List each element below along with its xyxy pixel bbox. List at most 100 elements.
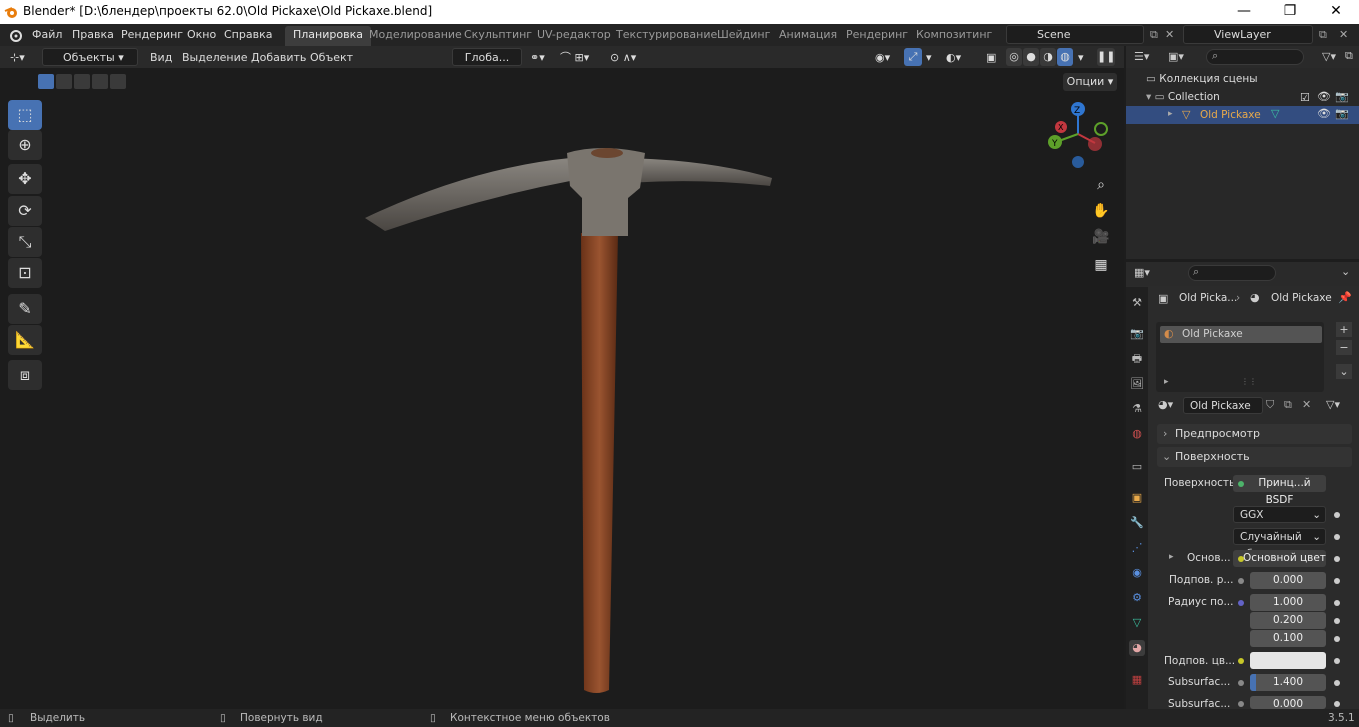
render-tab-icon[interactable]: 📷 [1129,326,1145,342]
remove-slot-button[interactable]: − [1336,340,1352,355]
socket-icon[interactable] [1238,600,1244,606]
camera-view-icon[interactable]: 🎥 [1088,226,1114,248]
texture-tab-icon[interactable]: ▦ [1129,672,1145,688]
shading-wireframe-icon[interactable]: ◎ [1006,48,1022,66]
zoom-icon[interactable]: ⌕ [1088,174,1114,196]
navigation-gizmo[interactable]: Z X Y [1040,100,1120,170]
scene-remove-icon[interactable]: ✕ [1165,28,1174,41]
snap-icon[interactable]: ⌒ ⊞▾ [560,49,589,66]
scale-tool-icon[interactable]: ⤡ [8,227,42,257]
radius-z-field[interactable]: 0.100 [1250,630,1326,647]
pin-icon[interactable]: 📌 [1338,291,1352,304]
expand-icon[interactable]: ▸ [1169,552,1174,562]
surface-section[interactable]: Поверхность [1157,447,1352,467]
physics-tab-icon[interactable]: ◉ [1129,565,1145,581]
expand-icon[interactable]: ▸ [1164,377,1169,387]
add-slot-button[interactable]: + [1336,322,1352,337]
subsurface-method-select[interactable]: Случайный об...⌄ [1233,528,1326,560]
slot-menu-button[interactable]: ⌄ [1336,364,1352,379]
keyframe-dot-icon[interactable] [1334,512,1340,518]
rotate-tool-icon[interactable]: ⟳ [8,196,42,226]
material-tab-icon[interactable]: ◕ [1129,640,1145,656]
scene-copy-icon[interactable]: ⧉ [1150,28,1158,42]
minimize-button[interactable]: — [1221,0,1267,24]
visibility-icon[interactable]: ◉▾ [875,49,890,66]
ortho-toggle-icon[interactable]: ▦ [1088,254,1114,276]
radius-y-field[interactable]: 0.200 [1250,612,1326,629]
tab-animation[interactable]: Анимация [779,28,837,41]
tool-tab-icon[interactable]: ⚒ [1129,295,1145,311]
render-camera-icon[interactable]: 📷 [1335,90,1349,103]
object-tab-icon[interactable]: ▣ [1129,490,1145,506]
shading-solid-icon[interactable]: ● [1023,48,1039,66]
viewlayer-remove-icon[interactable]: ✕ [1339,28,1348,41]
visibility-eye-icon[interactable]: 👁 [1317,107,1331,120]
add-cube-tool-icon[interactable]: ⧈ [8,360,42,390]
tab-modeling[interactable]: Моделирование [369,28,462,41]
material-name-field[interactable]: Old Pickaxe [1183,397,1263,414]
particles-tab-icon[interactable]: ⋰ [1129,540,1145,556]
gizmo-neg-x-icon[interactable] [1088,137,1102,151]
editor-type-icon[interactable]: ⊹▾ [10,49,25,66]
gizmo-toggle-icon[interactable]: ⤢ [904,48,922,66]
outliner-scene-collection[interactable]: ▭ Коллекция сцены [1146,73,1258,85]
keyframe-dot-icon[interactable] [1334,534,1340,540]
move-tool-icon[interactable]: ✥ [8,164,42,194]
world-tab-icon[interactable]: ◍ [1129,426,1145,442]
outliner-search-input[interactable] [1206,49,1304,65]
material-browse-icon[interactable]: ◕▾ [1158,398,1173,411]
keyframe-dot-icon[interactable] [1334,600,1340,606]
pan-icon[interactable]: ✋ [1088,200,1114,222]
subsurface-color-swatch[interactable] [1250,652,1326,669]
new-collection-icon[interactable]: ⧉ [1345,49,1353,63]
outliner-object-row[interactable]: ▸ ▽ Old Pickaxe ▽ 👁 📷 [1126,106,1359,124]
keyframe-dot-icon[interactable] [1334,680,1340,686]
keyframe-dot-icon[interactable] [1334,701,1340,707]
transform-tool-icon[interactable]: ⊡ [8,258,42,288]
collection-tab-icon[interactable]: ▭ [1129,459,1145,475]
subsurface-anisotropy-field[interactable]: 0.000 [1250,696,1326,709]
radius-x-field[interactable]: 1.000 [1250,594,1326,611]
viewlayer-selector[interactable]: ViewLayer [1183,25,1313,44]
keyframe-dot-icon[interactable] [1334,618,1340,624]
3d-viewport[interactable]: Опции ▾ ⬚ ⊕ ✥ ⟳ ⤡ ⊡ ✎ 📐 ⧈ Z X Y ⌕ ✋ 🎥 ▦ [0,68,1124,709]
filter-icon[interactable]: ▽▾ [1322,50,1336,63]
socket-icon[interactable] [1238,578,1244,584]
socket-icon[interactable] [1238,701,1244,707]
menu-view[interactable]: Вид [150,49,172,66]
surface-shader-field[interactable]: Принц...й BSDF [1233,475,1326,506]
properties-editor-icon[interactable]: ▦▾ [1134,266,1150,279]
visibility-eye-icon[interactable]: 👁 [1317,90,1331,103]
menu-window[interactable]: Окно [187,28,216,41]
modifier-tab-icon[interactable]: 🔧 [1129,515,1145,531]
keyframe-dot-icon[interactable] [1334,556,1340,562]
mesh-data-icon[interactable]: ▽ [1271,107,1279,120]
tab-layout[interactable]: Планировка [285,26,371,46]
unlink-material-icon[interactable]: ✕ [1302,398,1311,411]
display-mode-icon[interactable]: ▣▾ [1168,50,1184,63]
outliner-collection-row[interactable]: ▾ ▭ Collection [1146,91,1220,103]
socket-icon[interactable] [1238,680,1244,686]
orientation-selector[interactable]: Глоба... [452,48,522,66]
menu-file[interactable]: Файл [32,28,62,41]
scene-tab-icon[interactable]: ⚗ [1129,401,1145,417]
menu-select[interactable]: Выделение [182,49,248,66]
proportional-edit-icon[interactable]: ⊙ ∧▾ [610,49,636,66]
shading-rendered-icon[interactable]: ◍ [1057,48,1073,66]
menu-object[interactable]: Объект [310,49,353,66]
tab-compositing[interactable]: Композитинг [916,28,992,41]
constraints-tab-icon[interactable]: ⚙ [1129,590,1145,606]
tab-shading[interactable]: Шейдинг [717,28,770,41]
material-type-icon[interactable]: ▽▾ [1326,398,1340,411]
pickaxe-model[interactable] [0,68,1124,709]
exclude-checkbox[interactable]: ☑ [1300,91,1310,104]
tab-rendering[interactable]: Рендеринг [846,28,908,41]
subsurface-ior-field[interactable]: 1.400 [1250,674,1326,691]
socket-icon[interactable] [1238,658,1244,664]
viewlayer-copy-icon[interactable]: ⧉ [1319,28,1327,42]
annotate-tool-icon[interactable]: ✎ [8,294,42,324]
subsurface-field[interactable]: 0.000 [1250,572,1326,589]
shading-material-icon[interactable]: ◑ [1040,48,1056,66]
scene-selector[interactable]: Scene [1006,25,1144,44]
blender-menu-icon[interactable] [8,28,22,42]
